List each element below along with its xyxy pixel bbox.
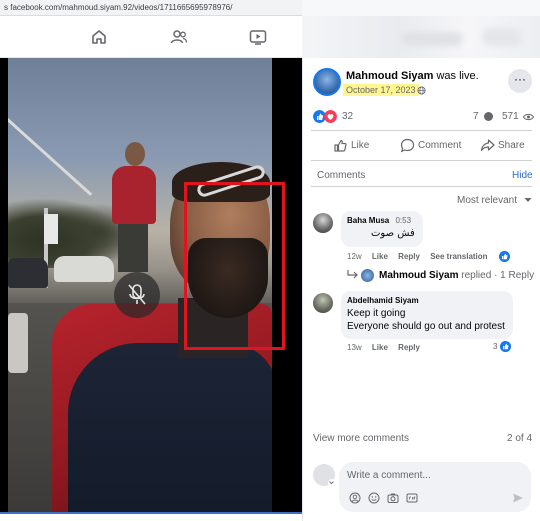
comments-header: Comments xyxy=(317,170,366,181)
microphone-muted-icon xyxy=(128,284,146,305)
comment-text: فش صوت xyxy=(371,228,415,239)
eye-icon xyxy=(523,113,534,121)
see-translation-link[interactable]: See translation xyxy=(430,252,487,261)
chevron-down-icon xyxy=(524,198,532,202)
comment-icon xyxy=(400,138,415,153)
video-progress-bar[interactable] xyxy=(0,512,302,521)
reply-summary[interactable]: Mahmoud Siyam replied · 1 Reply xyxy=(379,270,534,281)
view-more-comments-link[interactable]: View more comments xyxy=(313,433,409,444)
comment-meta: 13w Like Reply xyxy=(347,343,428,352)
top-nav xyxy=(0,16,302,58)
thumbs-up-icon xyxy=(334,139,347,152)
commenter-avatar[interactable] xyxy=(313,293,333,313)
sort-dropdown[interactable]: Most relevant xyxy=(457,195,532,206)
comment-bubble: Baha Musa 0:53 فش صوت xyxy=(341,211,423,247)
comment-text-line: Everyone should go out and protest xyxy=(347,321,505,332)
post-date[interactable]: October 17, 2023 xyxy=(343,84,419,96)
more-options-button[interactable]: ··· xyxy=(508,69,532,93)
comment-like-count[interactable]: 3 xyxy=(493,342,497,351)
commenter-name[interactable]: Abdelhamid Siyam xyxy=(347,296,419,305)
avatar-sticker-icon[interactable] xyxy=(349,492,361,504)
comment-count[interactable]: 7 xyxy=(473,111,479,122)
emoji-icon[interactable] xyxy=(368,492,380,504)
comment-label: Comment xyxy=(418,140,462,151)
love-reaction-icon xyxy=(324,110,337,123)
commenter-avatar[interactable] xyxy=(313,213,333,233)
view-count: 571 xyxy=(502,111,519,122)
blurred-header xyxy=(302,16,540,58)
camera-icon[interactable] xyxy=(387,492,399,504)
share-icon xyxy=(480,139,495,152)
mute-button[interactable] xyxy=(114,272,160,318)
comment-timestamp[interactable]: 0:53 xyxy=(395,216,411,225)
commenter-name[interactable]: Baha Musa xyxy=(347,216,389,225)
like-label: Like xyxy=(351,140,370,151)
share-label: Share xyxy=(498,140,525,151)
video-icon[interactable] xyxy=(249,28,267,46)
replied-label: replied xyxy=(461,270,492,281)
home-icon[interactable] xyxy=(90,28,108,46)
hide-comments-link[interactable]: Hide xyxy=(512,170,533,181)
video-player[interactable] xyxy=(0,58,302,512)
reply-count: · 1 Reply xyxy=(494,270,535,281)
globe-icon xyxy=(417,86,426,95)
comment-text-line: Keep it going xyxy=(347,308,406,319)
annotation-box xyxy=(184,182,285,350)
comment-like-badge-icon xyxy=(500,341,511,352)
author-avatar[interactable] xyxy=(313,68,341,96)
replier-name: Mahmoud Siyam xyxy=(379,270,459,281)
comments-pagination: 2 of 4 xyxy=(507,433,533,444)
comment-composer[interactable] xyxy=(339,462,531,512)
url-text: s facebook.com/mahmoud.siyam.92/videos/1… xyxy=(4,3,233,12)
comment-input[interactable] xyxy=(347,468,517,482)
post-status: was live. xyxy=(436,70,479,82)
reactions-count: 32 xyxy=(342,111,354,122)
comment-like-button[interactable]: Like xyxy=(372,252,388,261)
comment-bubble-icon xyxy=(484,112,493,121)
comment-bubble: Abdelhamid Siyam Keep it going Everyone … xyxy=(341,291,513,339)
address-bar[interactable]: s facebook.com/mahmoud.siyam.92/videos/1… xyxy=(0,0,302,16)
replier-avatar xyxy=(361,269,374,282)
current-user-avatar xyxy=(313,464,335,486)
reply-arrow-icon xyxy=(347,270,358,279)
comment-like-badge-icon xyxy=(499,251,510,262)
chevron-down-icon xyxy=(328,479,335,486)
post-header: Mahmoud Siyam was live. xyxy=(346,70,479,82)
address-bar-blank xyxy=(302,0,540,16)
comment-like-button[interactable]: Like xyxy=(372,343,388,352)
author-name[interactable]: Mahmoud Siyam xyxy=(346,70,433,82)
people-icon[interactable] xyxy=(170,28,188,46)
comment-meta: 12w Like Reply See translation xyxy=(347,252,496,261)
post-panel: Mahmoud Siyam was live. October 17, 2023… xyxy=(303,58,540,521)
send-icon[interactable] xyxy=(512,492,524,504)
sort-label: Most relevant xyxy=(457,195,518,206)
gif-icon[interactable] xyxy=(406,492,418,504)
comment-reply-button[interactable]: Reply xyxy=(398,252,420,261)
comment-reply-button[interactable]: Reply xyxy=(398,343,420,352)
comment-age: 12w xyxy=(347,252,362,261)
comment-age: 13w xyxy=(347,343,362,352)
